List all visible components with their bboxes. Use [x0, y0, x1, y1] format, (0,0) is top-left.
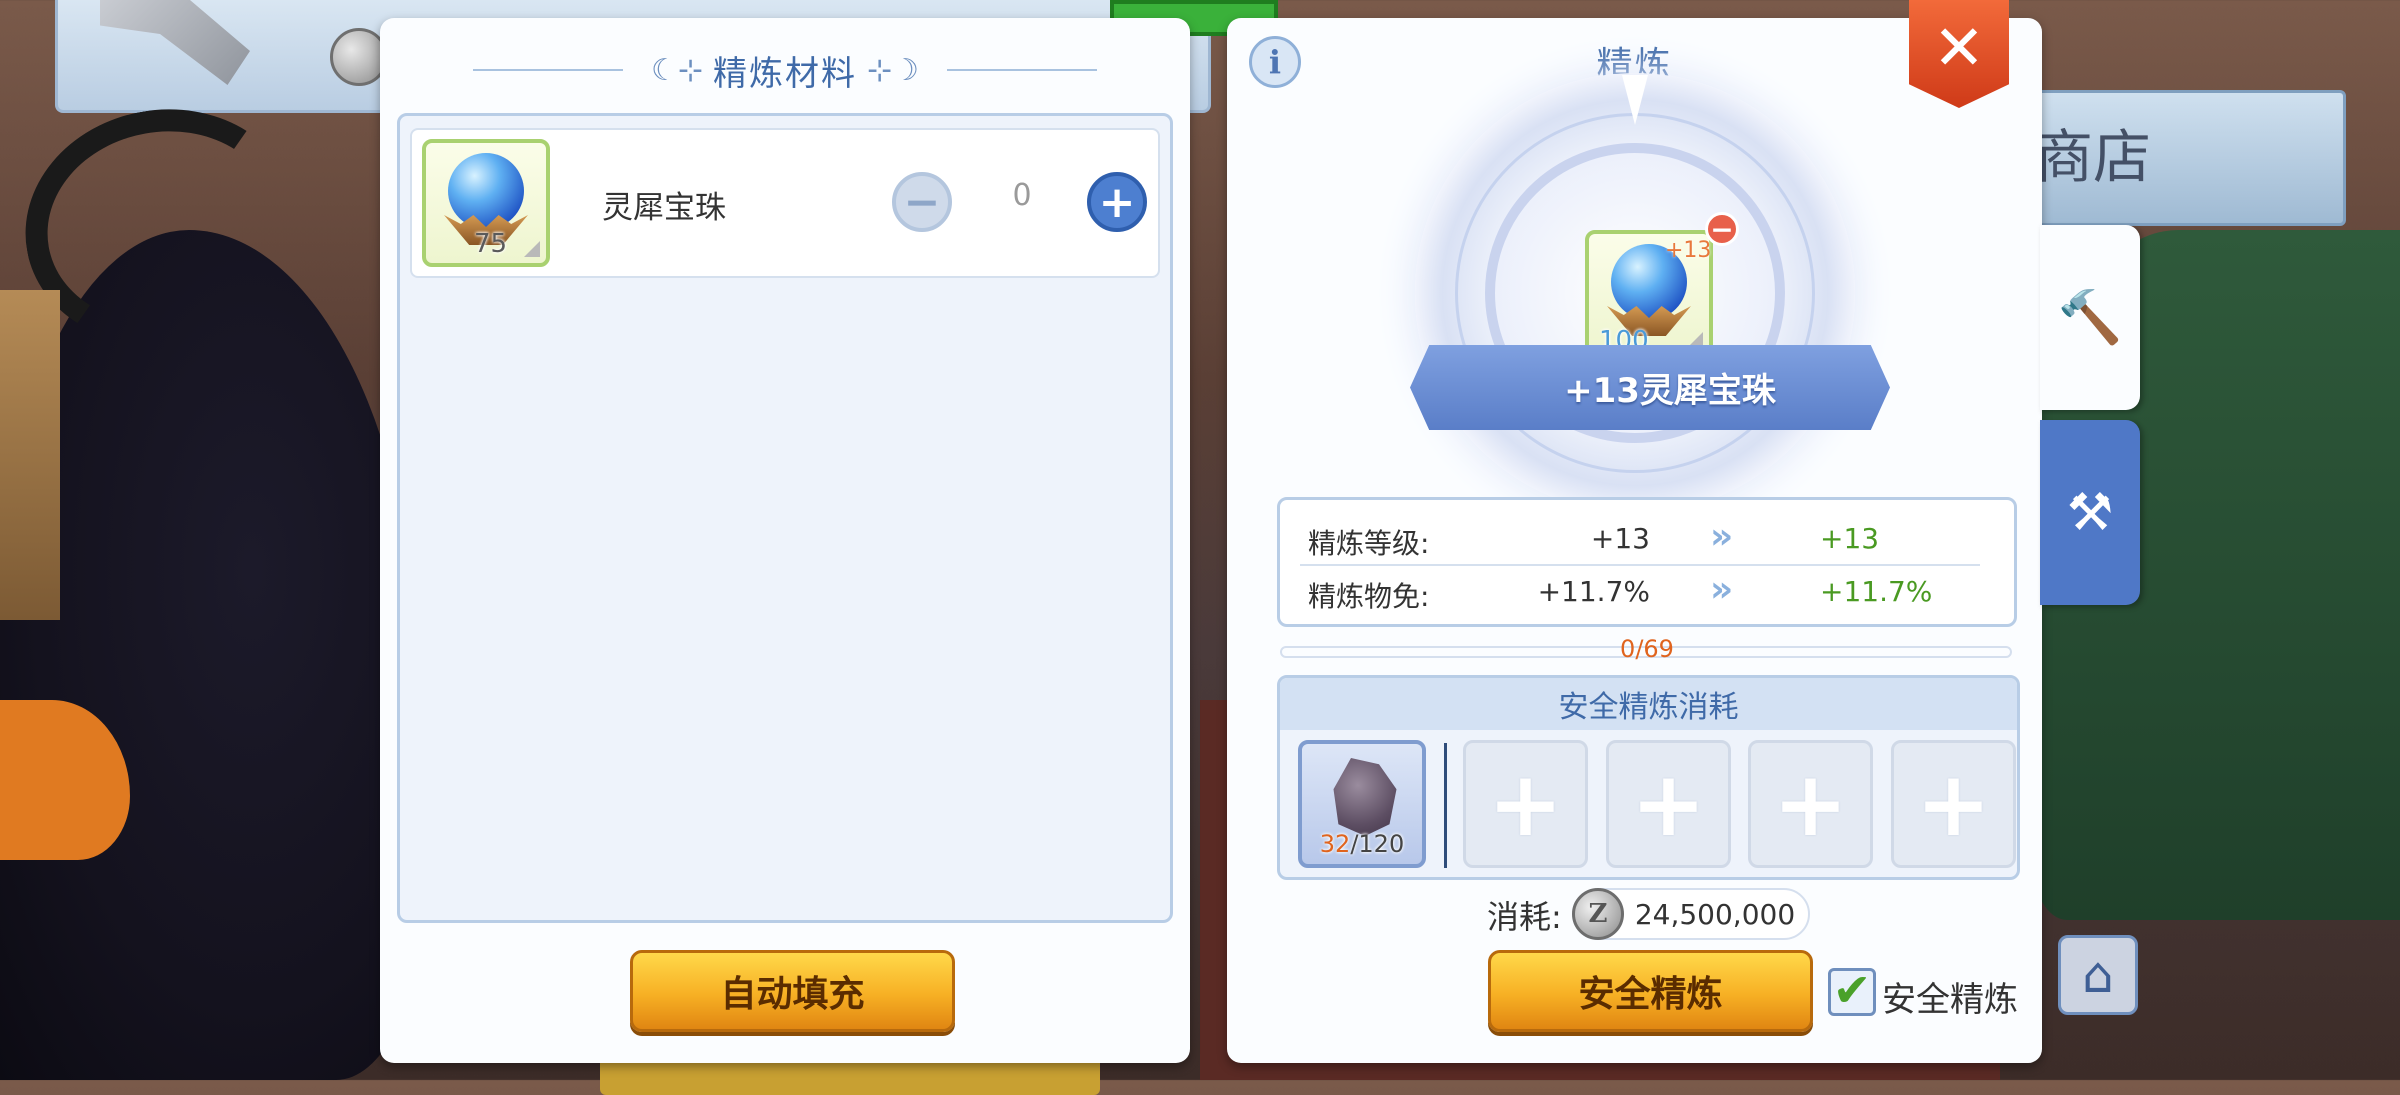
zeny-coin-icon: Z	[1572, 888, 1624, 940]
refine-material-panel: ☾⊹ 精炼材料 ⊹☽ 75 灵犀宝珠 − 0 + 自动填充	[380, 18, 1190, 1063]
stat-row-refine-level: 精炼等级: +13 » +13	[1300, 512, 1980, 566]
stat-label: 精炼等级:	[1308, 527, 1430, 560]
material-list: 75 灵犀宝珠 − 0 +	[397, 113, 1173, 923]
moon-ornament-icon: ☾⊹	[650, 52, 703, 88]
moon-ornament-icon: ⊹☽	[867, 52, 920, 88]
safe-refine-cost-box: 安全精炼消耗 32/120 + + + +	[1277, 675, 2020, 880]
quantity-plus-button[interactable]: +	[1087, 172, 1147, 232]
quantity-value[interactable]: 0	[972, 178, 1072, 213]
stat-row-physical-immunity: 精炼物免: +11.7% » +11.7%	[1280, 565, 2014, 617]
tab-refine[interactable]: 🔨	[2040, 225, 2140, 410]
empty-cost-slot[interactable]: +	[1606, 740, 1731, 868]
header-divider	[472, 69, 623, 71]
background-character-hair	[0, 230, 420, 1080]
hammer-icon: 🔨	[2057, 288, 2123, 348]
header-divider	[947, 69, 1098, 71]
stat-current-value: +13	[1590, 522, 1650, 555]
refine-item-level: +13	[1665, 238, 1712, 263]
ore-rock-icon	[1333, 758, 1397, 836]
safe-refine-cost-title: 安全精炼消耗	[1280, 678, 2017, 730]
empty-cost-slot[interactable]: +	[1748, 740, 1873, 868]
safe-refine-checkbox-label[interactable]: 安全精炼	[1882, 972, 2018, 1021]
stat-next-value: +11.7%	[1820, 575, 1933, 608]
zeny-cost-label: 消耗:	[1487, 898, 1562, 936]
zeny-cost-value: 24,500,000	[1634, 898, 1796, 931]
double-chevron-right-icon: »	[1710, 516, 1733, 557]
crystal-orb-icon	[448, 153, 524, 229]
refine-progress-text: 0/69	[1620, 635, 1674, 663]
stat-label: 精炼物免:	[1308, 580, 1430, 613]
material-panel-title: 精炼材料	[713, 53, 857, 94]
cost-material-count: 32/120	[1302, 830, 1422, 858]
safe-refine-button[interactable]: 安全精炼	[1488, 950, 1813, 1032]
cost-material-have: 32	[1319, 830, 1351, 858]
cost-material-slot[interactable]: 32/120	[1298, 740, 1426, 868]
stat-next-value: +13	[1820, 522, 1880, 555]
material-item-count: 75	[474, 229, 508, 259]
background-shop-label: 商店	[2035, 123, 2152, 191]
empty-cost-slot[interactable]: +	[1463, 740, 1588, 868]
empty-cost-slot[interactable]: +	[1891, 740, 2016, 868]
background-shelf	[0, 290, 60, 620]
shop-cart-icon[interactable]: ⌂	[2058, 935, 2138, 1015]
material-list-item[interactable]: 75 灵犀宝珠 − 0 +	[410, 128, 1160, 278]
autofill-button[interactable]: 自动填充	[630, 950, 955, 1032]
safe-refine-checkbox[interactable]: ✔	[1828, 967, 1876, 1016]
tab-upgrade[interactable]: ⚒	[2040, 420, 2140, 605]
cost-material-need: /120	[1350, 830, 1405, 858]
stat-current-value: +11.7%	[1537, 575, 1650, 608]
material-panel-header: ☾⊹ 精炼材料 ⊹☽	[380, 40, 1190, 100]
close-button[interactable]: ✕	[1909, 0, 2009, 108]
cost-divider	[1444, 743, 1447, 868]
material-item-name: 灵犀宝珠	[602, 190, 726, 226]
double-chevron-right-icon: »	[1710, 569, 1733, 610]
material-item-slot[interactable]: 75	[422, 139, 550, 267]
refine-item-name: +13灵犀宝珠	[1564, 371, 1776, 411]
remove-item-button[interactable]: −	[1705, 212, 1739, 246]
slot-corner-icon	[524, 241, 540, 257]
refine-stats-box: 精炼等级: +13 » +13 精炼物免: +11.7% » +11.7%	[1277, 497, 2017, 627]
quantity-minus-button[interactable]: −	[892, 172, 952, 232]
hammer-plus-icon: ⚒	[2066, 482, 2114, 543]
